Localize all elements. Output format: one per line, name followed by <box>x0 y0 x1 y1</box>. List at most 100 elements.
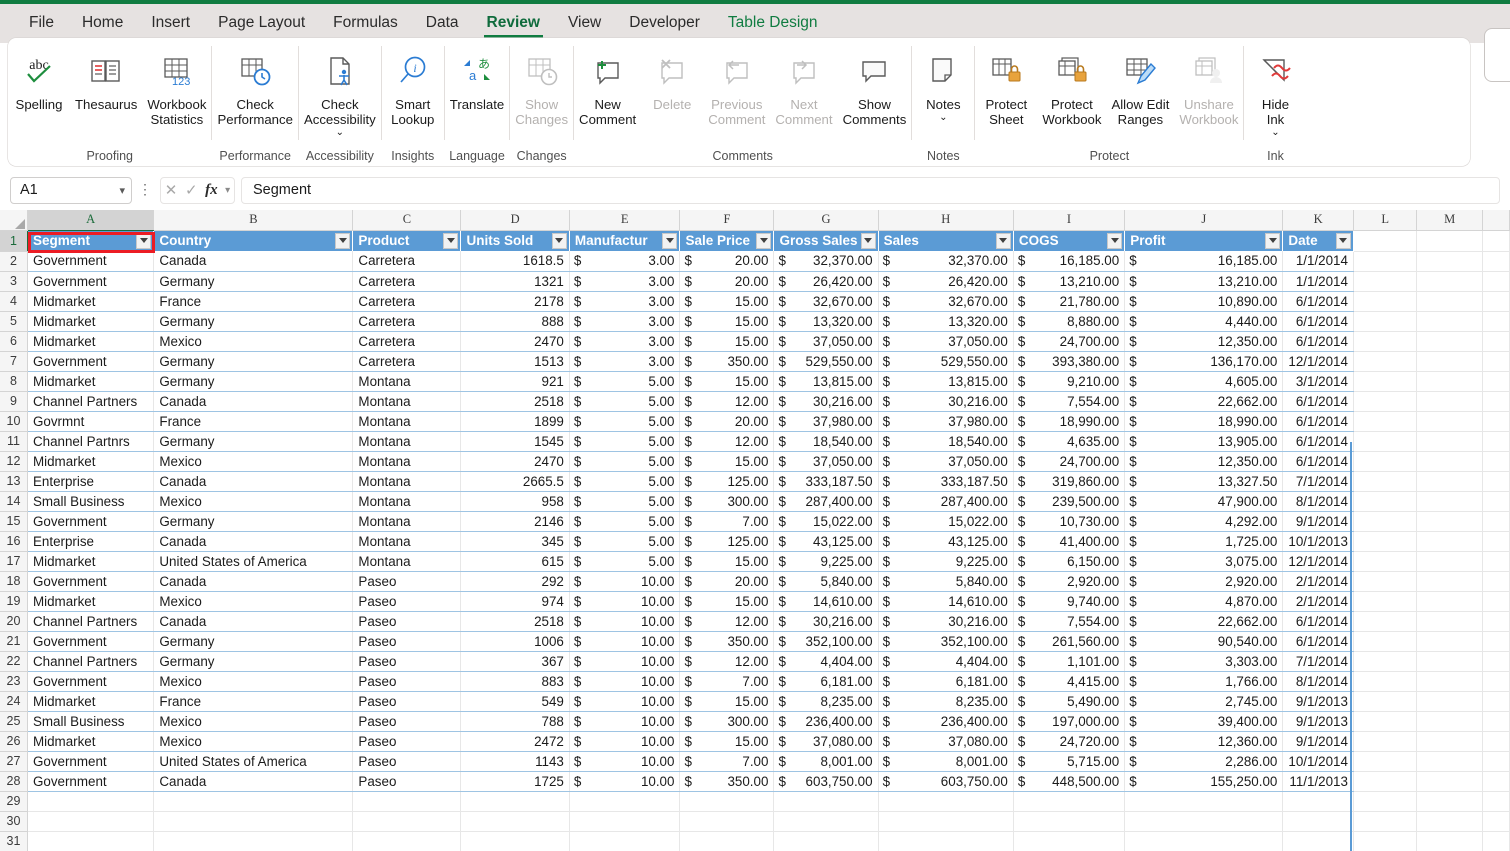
cell-profit[interactable]: $4,292.00 <box>1124 511 1284 532</box>
row-header-10[interactable]: 10 <box>0 411 28 432</box>
empty-cell-M14[interactable] <box>1416 491 1484 512</box>
row-header-29[interactable]: 29 <box>0 791 28 812</box>
cell-segment[interactable]: Midmarket <box>27 311 155 332</box>
ribbon-tab-developer[interactable]: Developer <box>616 9 713 39</box>
column-header-H[interactable]: H <box>878 210 1014 231</box>
empty-cell-L26[interactable] <box>1353 731 1418 752</box>
ribbon-button-smart-lookup[interactable]: i Smart Lookup <box>382 43 444 128</box>
cell-profit[interactable]: $2,286.00 <box>1124 751 1284 772</box>
cell-gross-sales[interactable]: $603,750.00 <box>773 771 879 792</box>
ribbon-button-hide-ink[interactable]: Hide Ink ⌄ <box>1244 43 1306 138</box>
cell-product[interactable]: Paseo <box>352 691 462 712</box>
cell-gross-sales[interactable]: $37,050.00 <box>773 451 879 472</box>
ribbon-button-new-comment[interactable]: New Comment <box>574 43 641 128</box>
empty-cell-M12[interactable] <box>1416 451 1484 472</box>
empty-cell-L2[interactable] <box>1353 251 1418 272</box>
cell-manufacturing-price[interactable]: $10.00 <box>569 691 681 712</box>
cell-segment[interactable]: Channel Partners <box>27 611 155 632</box>
cancel-x-icon[interactable]: ✕ <box>165 181 178 199</box>
empty-cell-F30[interactable] <box>679 811 775 832</box>
row-header-9[interactable]: 9 <box>0 391 28 412</box>
empty-cell-B30[interactable] <box>153 811 354 832</box>
empty-cell-M26[interactable] <box>1416 731 1484 752</box>
cell-manufacturing-price[interactable]: $5.00 <box>569 551 681 572</box>
table-header-sales[interactable]: Sales <box>878 230 1014 251</box>
row-header-20[interactable]: 20 <box>0 611 28 632</box>
cell-product[interactable]: Montana <box>352 391 462 412</box>
empty-cell-C29[interactable] <box>352 791 462 812</box>
cell-sale-price[interactable]: $300.00 <box>679 711 775 732</box>
cell-segment[interactable]: Government <box>27 751 155 772</box>
cell-country[interactable]: France <box>153 691 354 712</box>
cell-country[interactable]: Germany <box>153 311 354 332</box>
cell-country[interactable]: Germany <box>153 631 354 652</box>
cell-country[interactable]: Mexico <box>153 491 354 512</box>
empty-cell-L20[interactable] <box>1353 611 1418 632</box>
empty-cell-L17[interactable] <box>1353 551 1418 572</box>
filter-dropdown-icon[interactable] <box>1335 232 1351 249</box>
cell-gross-sales[interactable]: $352,100.00 <box>773 631 879 652</box>
cell-sale-price[interactable]: $15.00 <box>679 551 775 572</box>
empty-cell-L30[interactable] <box>1353 811 1418 832</box>
cell-sale-price[interactable]: $15.00 <box>679 691 775 712</box>
cell-manufacturing-price[interactable]: $3.00 <box>569 351 681 372</box>
empty-cell-C31[interactable] <box>352 831 462 851</box>
cell-date[interactable]: 8/1/2014 <box>1282 491 1354 512</box>
cell-manufacturing-price[interactable]: $10.00 <box>569 711 681 732</box>
cell-country[interactable]: Germany <box>153 511 354 532</box>
cell-manufacturing-price[interactable]: $3.00 <box>569 331 681 352</box>
cell-profit[interactable]: $12,350.00 <box>1124 451 1284 472</box>
cell-product[interactable]: Paseo <box>352 631 462 652</box>
cell-date[interactable]: 6/1/2014 <box>1282 451 1354 472</box>
column-header-B[interactable]: B <box>153 210 354 231</box>
cell-manufacturing-price[interactable]: $3.00 <box>569 251 681 272</box>
cell-date[interactable]: 9/1/2014 <box>1282 511 1354 532</box>
empty-cell-D29[interactable] <box>460 791 570 812</box>
cell-sales[interactable]: $236,400.00 <box>878 711 1014 732</box>
cell-units-sold[interactable]: 1143 <box>460 751 570 772</box>
cell-manufacturing-price[interactable]: $10.00 <box>569 591 681 612</box>
cell-country[interactable]: United States of America <box>153 551 354 572</box>
cell-gross-sales[interactable]: $13,815.00 <box>773 371 879 392</box>
cell-sales[interactable]: $32,370.00 <box>878 251 1014 272</box>
cell-product[interactable]: Montana <box>352 531 462 552</box>
cell-units-sold[interactable]: 2518 <box>460 391 570 412</box>
empty-cell-L11[interactable] <box>1353 431 1418 452</box>
formula-input[interactable]: Segment <box>241 176 1500 204</box>
cell-cogs[interactable]: $9,740.00 <box>1013 591 1126 612</box>
empty-cell-M11[interactable] <box>1416 431 1484 452</box>
cell-segment[interactable]: Government <box>27 571 155 592</box>
cell-cogs[interactable]: $7,554.00 <box>1013 611 1126 632</box>
empty-cell-M5[interactable] <box>1416 311 1484 332</box>
row-header-11[interactable]: 11 <box>0 431 28 452</box>
cell-product[interactable]: Paseo <box>352 671 462 692</box>
chevron-down-icon[interactable]: ⌄ <box>939 112 947 123</box>
cell-country[interactable]: Germany <box>153 351 354 372</box>
cell-manufacturing-price[interactable]: $10.00 <box>569 651 681 672</box>
filter-dropdown-icon[interactable] <box>1107 232 1123 249</box>
cell-date[interactable]: 6/1/2014 <box>1282 431 1354 452</box>
row-header-5[interactable]: 5 <box>0 311 28 332</box>
cell-manufacturing-price[interactable]: $10.00 <box>569 671 681 692</box>
cell-date[interactable]: 6/1/2014 <box>1282 291 1354 312</box>
column-header-M[interactable]: M <box>1416 210 1484 231</box>
empty-cell-J29[interactable] <box>1124 791 1284 812</box>
cell-cogs[interactable]: $24,700.00 <box>1013 451 1126 472</box>
cell-sales[interactable]: $4,404.00 <box>878 651 1014 672</box>
cell-gross-sales[interactable]: $5,840.00 <box>773 571 879 592</box>
cell-product[interactable]: Montana <box>352 511 462 532</box>
cell-cogs[interactable]: $2,920.00 <box>1013 571 1126 592</box>
cell-units-sold[interactable]: 1618.5 <box>460 251 570 272</box>
cell-units-sold[interactable]: 958 <box>460 491 570 512</box>
cell-profit[interactable]: $12,360.00 <box>1124 731 1284 752</box>
cell-segment[interactable]: Midmarket <box>27 551 155 572</box>
cell-sales[interactable]: $8,001.00 <box>878 751 1014 772</box>
cell-sales[interactable]: $26,420.00 <box>878 271 1014 292</box>
filter-dropdown-icon[interactable] <box>551 232 567 249</box>
cell-product[interactable]: Paseo <box>352 731 462 752</box>
cell-gross-sales[interactable]: $9,225.00 <box>773 551 879 572</box>
cell-segment[interactable]: Midmarket <box>27 691 155 712</box>
empty-cell-M13[interactable] <box>1416 471 1484 492</box>
cell-cogs[interactable]: $10,730.00 <box>1013 511 1126 532</box>
spreadsheet-grid[interactable]: A B C D E F G H I J K L M 1 Segment Country Product Units… <box>0 210 1510 851</box>
